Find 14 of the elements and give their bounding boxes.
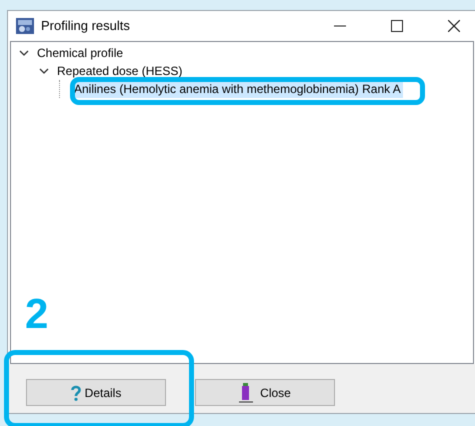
app-icon — [16, 18, 34, 34]
close-button[interactable]: Close — [195, 379, 335, 406]
minimize-icon[interactable] — [334, 25, 346, 27]
question-mark-icon — [70, 384, 81, 400]
tree-item[interactable]: Chemical profile — [35, 44, 126, 62]
chevron-down-icon[interactable] — [39, 66, 49, 76]
step-number: 2 — [25, 293, 48, 335]
window-title: Profiling results — [41, 17, 130, 36]
chevron-down-icon[interactable] — [19, 48, 29, 58]
maximize-icon[interactable] — [391, 20, 403, 32]
close-icon[interactable] — [448, 20, 460, 32]
details-button[interactable]: Details — [26, 379, 166, 406]
tree-item[interactable]: Repeated dose (HESS) — [55, 62, 184, 80]
door-icon — [239, 382, 254, 402]
